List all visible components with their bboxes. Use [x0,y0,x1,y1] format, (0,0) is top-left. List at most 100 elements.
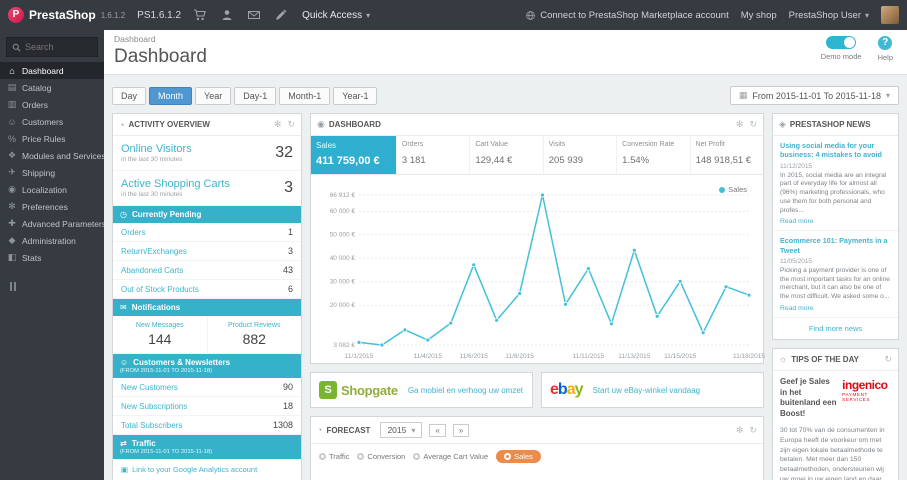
out-of-stock-link[interactable]: Out of Stock Products [121,285,199,294]
svg-text:60 000 €: 60 000 € [330,208,356,215]
forecast-chip-traffic[interactable]: Traffic [319,452,349,461]
ebay-logo: ebay [550,381,583,398]
range-month-1-button[interactable]: Month-1 [279,86,331,105]
rocket-icon[interactable] [274,8,288,22]
news-article-title-link[interactable]: Using social media for your business: 4 … [780,141,891,160]
user-menu[interactable]: PrestaShop User ▾ [789,10,869,21]
sidebar-item-advanced-parameters[interactable]: ✚ Advanced Parameters [0,215,104,232]
svg-text:30 000 €: 30 000 € [330,279,356,286]
customer-icon[interactable] [220,8,234,22]
sidebar-collapse-button[interactable] [0,266,104,307]
news-article-title-link[interactable]: Ecommerce 101: Payments in a Tweet [780,236,891,255]
forecast-chip-average-cart-value[interactable]: Average Cart Value [413,452,488,461]
google-analytics-link[interactable]: ▣ Link to your Google Analytics account [113,459,301,480]
forecast-year-select[interactable]: 2015 ▾ [380,422,423,438]
date-range-picker[interactable]: ▦ From 2015-11-01 To 2015-11-18 ▾ [729,86,899,105]
gear-icon[interactable]: ✻ [274,119,282,130]
breadcrumb[interactable]: Dashboard [114,34,156,44]
sidebar-item-administration[interactable]: ◆ Administration [0,232,104,249]
refresh-icon[interactable]: ↻ [749,425,757,436]
pending-orders-link[interactable]: Orders [121,228,145,237]
sidebar-item-localization[interactable]: ◉ Localization [0,181,104,198]
product-reviews-cell[interactable]: Product Reviews 882 [206,316,302,353]
new-messages-cell[interactable]: New Messages 144 [113,316,207,353]
forecast-prev-button[interactable]: « [429,423,446,437]
quick-access-menu[interactable]: Quick Access ▾ [302,10,370,21]
refresh-icon[interactable]: ↻ [287,119,295,130]
gear-icon[interactable]: ✻ [736,425,744,436]
envelope-icon: ✉ [120,303,127,312]
search-icon [12,43,21,52]
forecast-chip-sales[interactable]: Sales [496,450,541,463]
news-article: Ecommerce 101: Payments in a Tweet 11/05… [773,231,898,318]
find-more-news-link[interactable]: Find more news [773,318,898,339]
currently-pending-banner: ◷ Currently Pending [113,206,301,223]
main-content: Dashboard Dashboard Demo mode ? Help Day… [104,30,907,480]
forecast-next-button[interactable]: » [452,423,470,437]
range-day-button[interactable]: Day [112,86,147,105]
range-day-1-button[interactable]: Day-1 [234,86,277,105]
sidebar-item-customers[interactable]: ☺ Customers [0,113,104,130]
new-customers-link[interactable]: New Customers [121,383,178,392]
shop-name-badge[interactable]: PS1.6.1.2 [137,10,181,21]
read-more-link[interactable]: Read more [780,218,891,225]
online-visitors-link[interactable]: Online Visitors [121,143,275,155]
analytics-icon: ▣ [121,465,129,474]
shopgate-promo-link[interactable]: Ga mobiel en verhoog uw omzet [408,386,523,395]
sidebar-search [6,37,98,57]
active-carts-link[interactable]: Active Shopping Carts [121,178,284,190]
sidebar-item-orders[interactable]: ▥ Orders [0,96,104,113]
search-input[interactable] [25,42,92,52]
pending-returns-link[interactable]: Return/Exchanges [121,247,187,256]
tip-headline: Geef je Sales in het buitenland een Boos… [780,376,837,419]
advanced-parameters-icon: ✚ [8,218,16,228]
active-carts-value: 3 [284,179,293,196]
my-shop-link[interactable]: My shop [741,10,777,21]
chart-legend-sales[interactable]: Sales [719,185,747,194]
refresh-icon[interactable]: ↻ [884,354,892,365]
total-subscribers-link[interactable]: Total Subscribers [121,421,182,430]
refresh-icon[interactable]: ↻ [749,119,757,130]
brand[interactable]: P PrestaShop 1.6.1.2 [0,7,131,23]
topbar-right: Connect to PrestaShop Marketplace accoun… [525,6,907,24]
gear-icon[interactable]: ✻ [736,119,744,130]
sidebar-item-catalog[interactable]: ▤ Catalog [0,79,104,96]
demo-mode-toggle[interactable] [826,36,857,49]
sidebar-item-price-rules[interactable]: % Price Rules [0,130,104,147]
ebay-promo-link[interactable]: Start uw eBay-winkel vandaag [593,386,701,395]
news-icon: ◈ [779,119,786,129]
svg-text:20 000 €: 20 000 € [330,302,356,309]
kpi-tab-orders[interactable]: Orders 3 181 [397,136,471,174]
cart-icon[interactable] [193,8,207,22]
range-year-1-button[interactable]: Year-1 [333,86,378,105]
range-year-button[interactable]: Year [195,86,232,105]
sidebar-item-shipping[interactable]: ✈ Shipping [0,164,104,181]
read-more-link[interactable]: Read more [780,305,891,312]
sidebar-item-modules[interactable]: ❖ Modules and Services [0,147,104,164]
help-icon[interactable]: ? [878,36,893,50]
kpi-tab-conversion-rate[interactable]: Conversion Rate 1.54% [617,136,691,174]
svg-text:11/11/2015: 11/11/2015 [573,353,605,360]
forecast-chip-conversion[interactable]: Conversion [357,452,405,461]
marketplace-connect-link[interactable]: Connect to PrestaShop Marketplace accoun… [525,10,729,21]
modules-icon: ❖ [7,150,17,160]
kpi-tab-visits[interactable]: Visits 205 939 [544,136,618,174]
range-month-button[interactable]: Month [149,86,193,105]
kpi-tab-cart-value[interactable]: Cart Value 129,44 € [470,136,544,174]
clock-icon: ◷ [120,210,127,219]
active-carts-row: Active Shopping Carts in the last 30 min… [113,171,301,206]
kpi-tab-sales[interactable]: Sales 411 759,00 € [311,136,397,174]
abandoned-carts-link[interactable]: Abandoned Carts [121,266,183,275]
news-article-date: 11/05/2015 [780,257,813,265]
user-avatar[interactable] [881,6,899,24]
dashboard-panel-title: DASHBOARD [328,120,381,129]
preferences-icon: ✻ [8,201,16,211]
messages-icon[interactable] [247,8,261,22]
online-visitors-row: Online Visitors in the last 30 minutes 3… [113,136,301,171]
sidebar-item-dashboard[interactable]: ⌂ Dashboard [0,62,104,79]
new-subscriptions-link[interactable]: New Subscriptions [121,402,187,411]
sidebar-item-preferences[interactable]: ✻ Preferences [0,198,104,215]
sidebar-item-stats[interactable]: ◧ Stats [0,249,104,266]
kpi-tab-net-profit[interactable]: Net Profit 148 918,51 € [691,136,763,174]
svg-text:66 912 €: 66 912 € [330,192,356,199]
